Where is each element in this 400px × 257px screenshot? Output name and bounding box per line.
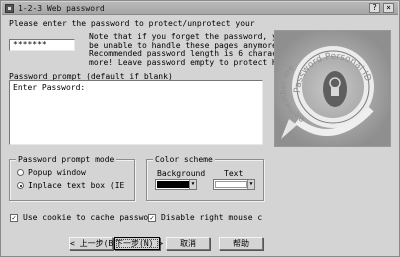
- color-scheme-group: Color scheme Background Text ▼ ▼: [146, 155, 264, 201]
- disable-right-mouse-label: Disable right mouse c: [161, 213, 263, 222]
- text-color-picker[interactable]: ▼: [213, 179, 255, 190]
- disable-right-mouse-option[interactable]: ✓ Disable right mouse c: [148, 213, 262, 222]
- radio-popup-window[interactable]: Popup window: [17, 168, 86, 177]
- app-icon: [5, 4, 14, 13]
- password-illustration-graphic: Password Personal ID Remember me: [275, 31, 390, 146]
- back-button[interactable]: < 上一步(B): [69, 237, 118, 250]
- use-cookie-checkbox[interactable]: ✓: [10, 213, 18, 222]
- prompt-mode-group: Password prompt mode Popup window Inplac…: [9, 155, 135, 201]
- password-illustration: Password Personal ID Remember me: [274, 30, 391, 147]
- cancel-button[interactable]: 取消: [166, 237, 210, 250]
- text-color-label: Text: [224, 169, 244, 178]
- prompt-mode-title: Password prompt mode: [16, 155, 117, 164]
- radio-inplace-label: Inplace text box (IE: [28, 181, 125, 190]
- instructions-text: Please enter the password to protect/unp…: [9, 19, 255, 28]
- radio-inplace-indicator[interactable]: [17, 182, 24, 189]
- prompt-textarea[interactable]: Enter Password:: [9, 80, 263, 145]
- close-button[interactable]: ×: [383, 3, 394, 13]
- next-button[interactable]: 下一步(N) >: [114, 237, 163, 250]
- text-color-swatch: [215, 181, 247, 188]
- note-line: more! Leave password empty to protect HT…: [89, 57, 316, 67]
- chevron-down-icon[interactable]: ▼: [189, 180, 196, 189]
- password-note: Note that if you forget the password, yo…: [89, 32, 316, 67]
- background-color-swatch: [157, 181, 189, 188]
- chevron-down-icon[interactable]: ▼: [247, 180, 254, 189]
- help-title-button[interactable]: ?: [369, 3, 380, 13]
- color-scheme-title: Color scheme: [153, 155, 215, 164]
- radio-popup-label: Popup window: [28, 168, 86, 177]
- prompt-text: Enter Password:: [13, 83, 86, 92]
- password-wizard-window: 1-2-3 Web password ? × Please enter the …: [0, 0, 400, 257]
- help-button[interactable]: 帮助: [219, 237, 263, 250]
- disable-right-mouse-checkbox[interactable]: ✓: [148, 213, 156, 222]
- radio-inplace-textbox[interactable]: Inplace text box (IE: [17, 181, 124, 190]
- radio-popup-indicator[interactable]: [17, 169, 24, 176]
- background-color-picker[interactable]: ▼: [155, 179, 197, 190]
- use-cookie-option[interactable]: ✓ Use cookie to cache passwor: [10, 213, 153, 222]
- background-color-label: Background: [157, 169, 206, 178]
- use-cookie-label: Use cookie to cache passwor: [23, 213, 154, 222]
- title-bar: 1-2-3 Web password ? ×: [2, 2, 398, 15]
- window-title: 1-2-3 Web password: [18, 4, 105, 13]
- password-input[interactable]: *******: [9, 39, 75, 51]
